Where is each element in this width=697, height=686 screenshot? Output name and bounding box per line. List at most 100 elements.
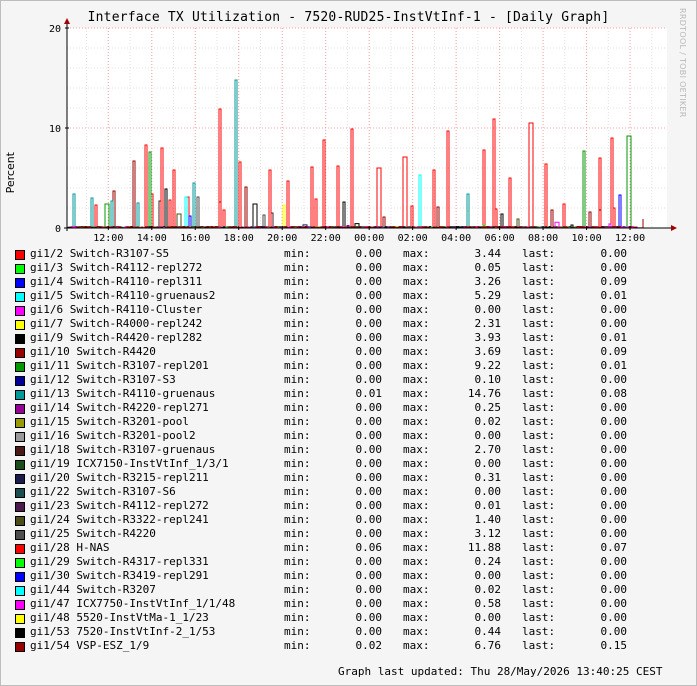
legend-max-label: max: — [403, 555, 430, 568]
legend-last-label: last: — [522, 499, 556, 512]
x-tick-label: 20:00 — [267, 233, 297, 244]
legend-series-name: gi1/47 ICX7750-InstVtInf_1/1/48 — [30, 597, 236, 610]
legend-last-value: 0.08 — [600, 387, 628, 400]
legend-min-value: 0.00 — [355, 583, 383, 596]
legend-swatch — [15, 460, 25, 470]
legend-min-label: min: — [284, 261, 311, 274]
x-tick-label: 00:00 — [354, 233, 384, 244]
legend-last-value: 0.00 — [600, 247, 628, 260]
legend-row: gi1/12 Switch-R3107-S3 min: 0.00 max: 0.10 la… — [14, 373, 694, 387]
legend-swatch — [15, 488, 25, 498]
legend-last-value: 0.00 — [600, 429, 628, 442]
legend-series-name: gi1/18 Switch-R3107-gruenaus — [30, 443, 216, 456]
legend-min-label: min: — [284, 471, 311, 484]
legend-min-value: 0.00 — [355, 345, 383, 358]
legend-min-value: 0.00 — [355, 499, 383, 512]
legend-series-name: gi1/14 Switch-R4220-repl271 — [30, 401, 209, 414]
legend-last-label: last: — [522, 401, 556, 414]
legend-last-value: 0.07 — [600, 541, 628, 554]
legend-series-name: gi1/22 Switch-R3107-S6 — [30, 485, 176, 498]
legend-max-value: 6.76 — [474, 639, 502, 652]
legend-max-value: 3.44 — [474, 247, 502, 260]
legend-last-label: last: — [522, 527, 556, 540]
legend-swatch — [15, 306, 25, 316]
legend-min-label: min: — [284, 317, 311, 330]
x-tick-label: 08:00 — [528, 233, 558, 244]
legend-last-label: last: — [522, 513, 556, 526]
y-tick-label: 20 — [49, 24, 61, 35]
legend-max-label: max: — [403, 429, 430, 442]
legend-last-value: 0.15 — [600, 639, 628, 652]
legend-min-value: 0.00 — [355, 247, 383, 260]
legend-max-label: max: — [403, 527, 430, 540]
y-tick-label: 10 — [49, 124, 61, 135]
legend-min-value: 0.00 — [355, 457, 383, 470]
legend-min-label: min: — [284, 359, 311, 372]
legend-max-value: 0.24 — [474, 555, 502, 568]
legend-row: gi1/47 ICX7750-InstVtInf_1/1/48 min: 0.00 m… — [14, 597, 694, 611]
legend-last-value: 0.00 — [600, 373, 628, 386]
legend-row: gi1/13 Switch-R4110-gruenaus min: 0.01 max:… — [14, 387, 694, 401]
legend-max-label: max: — [403, 569, 430, 582]
legend-max-value: 0.01 — [474, 499, 502, 512]
legend-min-value: 0.00 — [355, 317, 383, 330]
legend-last-value: 0.00 — [600, 527, 628, 540]
legend-row: gi1/15 Switch-R3201-pool min: 0.00 max: 0.02… — [14, 415, 694, 429]
legend-last-value: 0.00 — [600, 457, 628, 470]
legend-last-label: last: — [522, 541, 556, 554]
legend-series-name: gi1/48 5520-InstVtMa-1_1/23 — [30, 611, 209, 624]
legend-row: gi1/48 5520-InstVtMa-1_1/23 min: 0.00 max: 0… — [14, 611, 694, 625]
legend-max-label: max: — [403, 541, 430, 554]
legend-max-label: max: — [403, 345, 430, 358]
legend-min-value: 0.06 — [355, 541, 383, 554]
legend-series-name: gi1/16 Switch-R3201-pool2 — [30, 429, 196, 442]
legend-min-label: min: — [284, 443, 311, 456]
legend-last-label: last: — [522, 625, 556, 638]
legend-max-value: 0.05 — [474, 261, 502, 274]
legend-swatch — [15, 502, 25, 512]
x-tick-label: 14:00 — [137, 233, 167, 244]
legend-swatch — [15, 292, 25, 302]
legend-last-label: last: — [522, 471, 556, 484]
legend-max-label: max: — [403, 457, 430, 470]
legend-max-label: max: — [403, 261, 430, 274]
legend-row: gi1/25 Switch-R4220 min: 0.00 max: 3.12 last:… — [14, 527, 694, 541]
legend: gi1/2 Switch-R3107-S5 min: 0.00 max: 3.44 las… — [14, 247, 694, 653]
legend-row: gi1/14 Switch-R4220-repl271 min: 0.00 max: 0… — [14, 401, 694, 415]
x-tick-label: 02:00 — [398, 233, 428, 244]
legend-last-value: 0.01 — [600, 331, 628, 344]
legend-min-value: 0.00 — [355, 331, 383, 344]
legend-last-value: 0.00 — [600, 415, 628, 428]
legend-max-value: 2.70 — [474, 443, 502, 456]
legend-min-value: 0.00 — [355, 485, 383, 498]
legend-min-label: min: — [284, 639, 311, 652]
legend-last-value: 0.09 — [600, 345, 628, 358]
legend-last-label: last: — [522, 569, 556, 582]
legend-max-label: max: — [403, 485, 430, 498]
legend-min-label: min: — [284, 485, 311, 498]
legend-swatch — [15, 446, 25, 456]
legend-min-value: 0.00 — [355, 471, 383, 484]
legend-min-value: 0.01 — [355, 387, 383, 400]
legend-max-label: max: — [403, 275, 430, 288]
legend-min-label: min: — [284, 345, 311, 358]
legend-min-label: min: — [284, 597, 311, 610]
legend-min-label: min: — [284, 555, 311, 568]
legend-min-value: 0.00 — [355, 625, 383, 638]
legend-max-label: max: — [403, 499, 430, 512]
legend-series-name: gi1/25 Switch-R4220 — [30, 527, 156, 540]
legend-swatch — [15, 264, 25, 274]
legend-series-name: gi1/19 ICX7150-InstVtInf_1/3/1 — [30, 457, 229, 470]
legend-swatch — [15, 250, 25, 260]
legend-min-value: 0.00 — [355, 401, 383, 414]
legend-swatch — [15, 418, 25, 428]
legend-min-value: 0.00 — [355, 443, 383, 456]
legend-row: gi1/53 7520-InstVtInf-2_1/53 min: 0.00 max:… — [14, 625, 694, 639]
x-tick-label: 10:00 — [572, 233, 602, 244]
legend-min-label: min: — [284, 513, 311, 526]
legend-series-name: gi1/54 VSP-ESZ_1/9 — [30, 639, 150, 652]
last-updated-text: Graph last updated: Thu 28/May/2026 13:4… — [338, 665, 663, 678]
legend-last-value: 0.00 — [600, 261, 628, 274]
x-tick-label: 06:00 — [485, 233, 515, 244]
legend-series-name: gi1/44 Switch-R3207 — [30, 583, 156, 596]
